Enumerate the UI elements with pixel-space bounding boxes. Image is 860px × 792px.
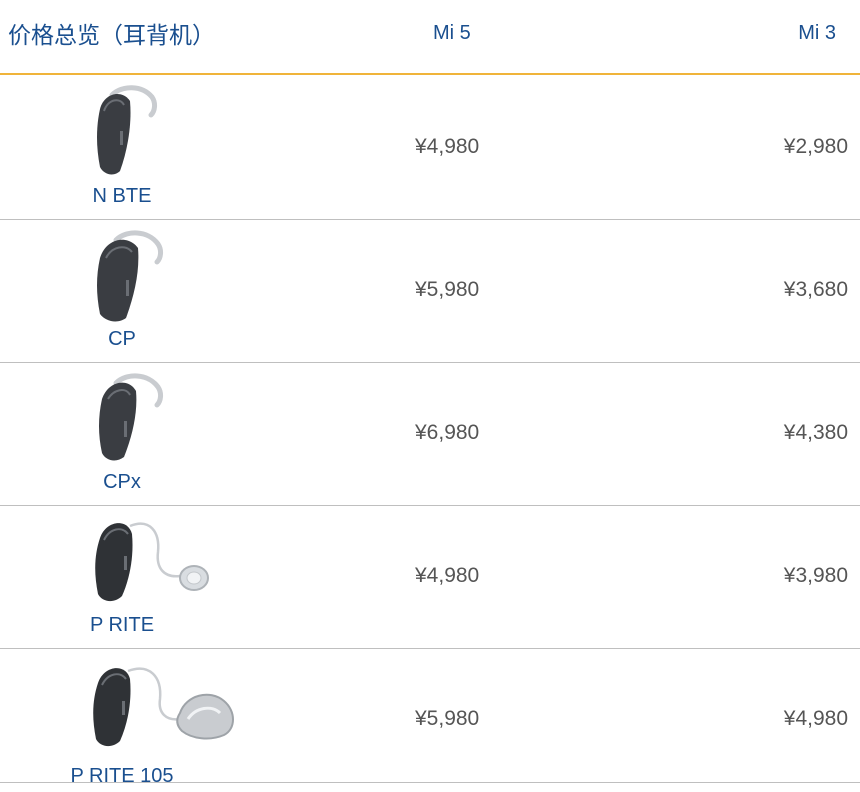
price-mi5: ¥4,980 [415,135,480,158]
bte-hearing-aid-icon [97,85,157,175]
price-mi3: ¥4,980 [783,707,848,730]
bte-hearing-aid-icon [99,373,163,461]
price-mi3: ¥3,980 [783,564,848,587]
product-cell: P RITE [60,506,260,649]
product-cell: CP [60,220,260,363]
price-mi3: ¥3,680 [783,278,848,301]
rite-hearing-aid-icon [93,667,234,747]
rite-hearing-aid-icon [95,522,209,602]
price-mi5: ¥5,980 [415,707,480,730]
model-name: P RITE [89,614,155,636]
model-name: P RITE 105 [70,765,174,787]
table-row: P RITE ¥4,980 ¥3,980 [0,506,860,649]
column-header-mi3: Mi 3 [798,22,836,44]
model-name: CP [108,328,136,350]
bte-hearing-aid-icon [97,230,163,322]
price-mi5: ¥5,980 [415,278,480,301]
table-row: CPx ¥6,980 ¥4,380 [0,363,860,506]
table-header: 价格总览（耳背机） Mi 5 Mi 3 [0,0,860,75]
model-name: CPx [103,471,141,493]
product-cell: P RITE 105 [60,649,260,792]
price-mi3: ¥4,380 [783,421,848,444]
model-name: N BTE [92,185,152,207]
column-header-mi5: Mi 5 [433,22,471,44]
page-title: 价格总览（耳背机） [8,23,215,49]
price-mi5: ¥4,980 [415,564,480,587]
product-cell: CPx [60,363,260,506]
product-cell: N BTE [60,77,260,220]
table-row: CP ¥5,980 ¥3,680 [0,220,860,363]
price-mi5: ¥6,980 [415,421,480,444]
price-mi3: ¥2,980 [783,135,848,158]
table-row: N BTE ¥4,980 ¥2,980 [0,77,860,220]
table-row: P RITE 105 ¥5,980 ¥4,980 [0,649,860,787]
